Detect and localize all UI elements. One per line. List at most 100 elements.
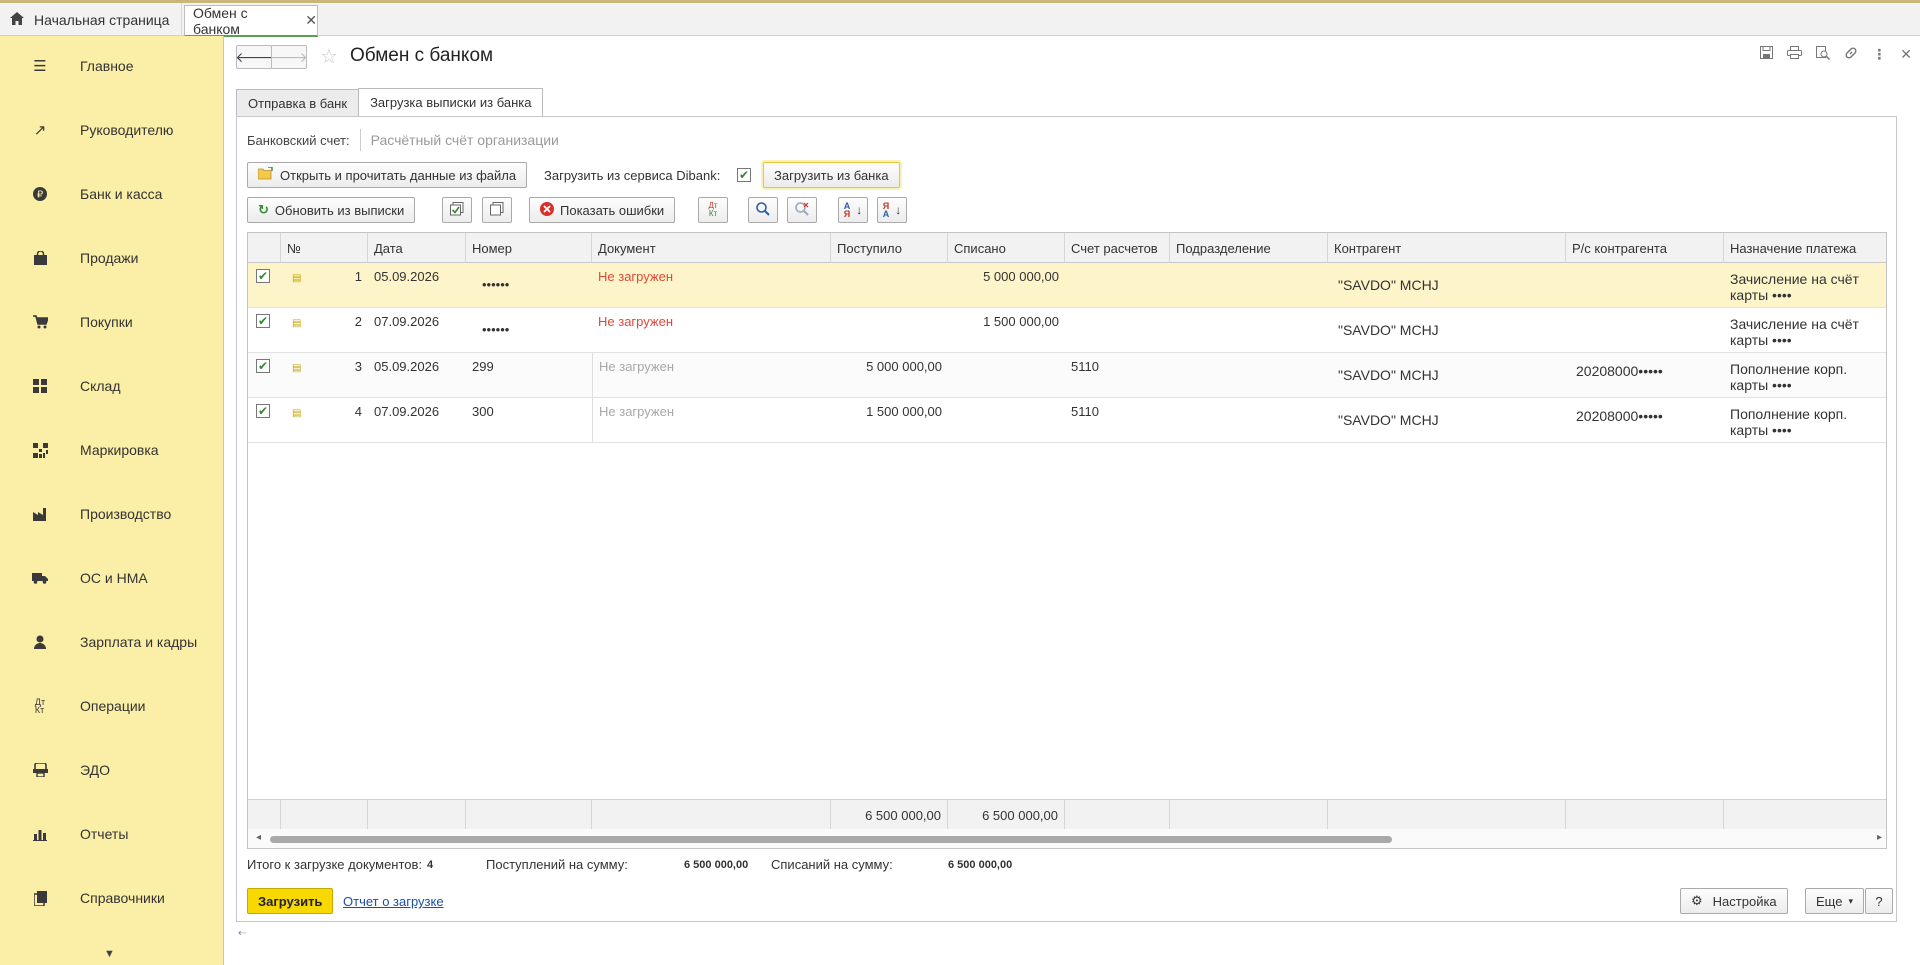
load-from-bank-button[interactable]: Загрузить из банка: [763, 162, 900, 188]
row-doc-number: 300: [472, 404, 494, 419]
more-vertical-icon[interactable]: ⋮: [1872, 46, 1886, 63]
load-report-link[interactable]: Отчет о загрузке: [343, 894, 444, 909]
table-row[interactable]: ✔ ▤ 2 07.09.2026 •••••• Не загружен 1 50…: [248, 308, 1886, 353]
window-toolbar: ⋮ ✕: [1760, 46, 1912, 63]
row-document[interactable]: Не загружен: [592, 353, 831, 398]
row-checkbox[interactable]: ✔: [256, 404, 270, 418]
error-icon: [540, 201, 554, 219]
sidebar-item-label: Зарплата и кадры: [80, 634, 198, 650]
tab-load-statement[interactable]: Загрузка выписки из банка: [358, 88, 544, 116]
sidebar-item-label: Руководителю: [80, 122, 174, 138]
close-form-icon[interactable]: ✕: [1900, 46, 1912, 63]
sort-desc-icon: ЯА: [882, 201, 890, 219]
table-row[interactable]: ✔ ▤ 1 05.09.2026 •••••• Не загружен 5 00…: [248, 263, 1886, 308]
header-contragent[interactable]: Контрагент: [1328, 233, 1566, 263]
dtkt-button[interactable]: Дт Кт: [698, 197, 728, 223]
home-tab[interactable]: Начальная страница: [0, 3, 182, 36]
header-received[interactable]: Поступило: [831, 233, 948, 263]
ruble-icon: ₽: [0, 187, 80, 201]
settings-button-label: Настройка: [1712, 893, 1777, 909]
header-purpose[interactable]: Назначение платежа: [1724, 233, 1886, 263]
sidebar-item-label: Продажи: [80, 250, 139, 266]
scrollbar-thumb[interactable]: [270, 836, 1392, 843]
sort-desc-button[interactable]: ЯА ↓: [877, 197, 907, 223]
totals-cell: [1566, 800, 1724, 830]
save-icon[interactable]: [1760, 46, 1774, 63]
settings-button[interactable]: ⚙ Настройка: [1680, 888, 1788, 914]
sidebar-item-sales[interactable]: Продажи: [0, 238, 224, 278]
show-errors-button[interactable]: Показать ошибки: [529, 197, 676, 223]
row-date: 07.09.2026: [374, 404, 440, 419]
sort-down-arrow-icon: ↓: [895, 203, 902, 217]
sidebar-scroll-down-icon[interactable]: ▼: [104, 948, 115, 960]
resize-handle-icon[interactable]: ⇠: [238, 928, 246, 939]
link-icon[interactable]: [1844, 46, 1858, 63]
sidebar-item-reports[interactable]: Отчеты: [0, 814, 224, 854]
table-row[interactable]: ✔ ▤ 4 07.09.2026 300 Не загружен 1 500 0…: [248, 398, 1886, 443]
bank-account-row: Банковский счет: Расчётный счёт организа…: [247, 129, 791, 151]
sidebar-item-main[interactable]: ☰ Главное: [0, 46, 224, 86]
sidebar-item-purchases[interactable]: Покупки: [0, 302, 224, 342]
scroll-right-icon[interactable]: ▸: [1877, 832, 1882, 843]
row-contragent-account: 20208000•••••: [1576, 363, 1663, 379]
load-button[interactable]: Загрузить: [247, 888, 334, 914]
sidebar-item-warehouse[interactable]: Склад: [0, 366, 224, 406]
open-file-button[interactable]: Открыть и прочитать данные из файла: [247, 162, 528, 188]
sidebar-item-assets[interactable]: ОС и НМА: [0, 558, 224, 598]
print-icon[interactable]: [1787, 46, 1803, 63]
header-contragent-account[interactable]: Р/с контрагента: [1566, 233, 1724, 263]
header-account[interactable]: Счет расчетов: [1065, 233, 1170, 263]
row-number: 3: [354, 359, 362, 374]
horizontal-scrollbar[interactable]: ◂ ▸: [248, 829, 1886, 848]
row-checkbox[interactable]: ✔: [256, 314, 270, 328]
row-checkbox[interactable]: ✔: [256, 269, 270, 283]
sidebar-item-salary[interactable]: Зарплата и кадры: [0, 622, 224, 662]
back-button[interactable]: 🡐: [235, 45, 273, 69]
favorite-star-icon[interactable]: ☆: [320, 44, 338, 69]
sidebar-item-marking[interactable]: Маркировка: [0, 430, 224, 470]
cancel-search-button[interactable]: [787, 197, 817, 223]
sort-asc-button[interactable]: АЯ ↓: [838, 197, 868, 223]
header-written-off[interactable]: Списано: [948, 233, 1065, 263]
find-button[interactable]: [748, 197, 778, 223]
sidebar-item-bank[interactable]: ₽ Банк и касса: [0, 174, 224, 214]
more-button[interactable]: Еще ▾: [1805, 888, 1864, 914]
check-all-button[interactable]: [442, 197, 472, 223]
totals-cell: [466, 800, 592, 830]
preview-icon[interactable]: [1816, 46, 1831, 63]
sidebar-item-production[interactable]: Производство: [0, 494, 224, 534]
sidebar-item-references[interactable]: Справочники: [0, 878, 224, 918]
header-check: [248, 233, 281, 263]
table-totals-row: 6 500 000,00 6 500 000,00: [248, 799, 1886, 830]
sidebar-item-edo[interactable]: ЭДО: [0, 750, 224, 790]
header-number[interactable]: №: [281, 233, 368, 263]
table-row[interactable]: ✔ ▤ 3 05.09.2026 299 Не загружен 5 000 0…: [248, 353, 1886, 398]
tab-send-to-bank[interactable]: Отправка в банк: [236, 89, 360, 116]
dibank-checkbox[interactable]: ✔: [737, 168, 751, 182]
sidebar-item-operations[interactable]: Дт Кт Операции: [0, 686, 224, 726]
top-tab-bar: Начальная страница Обмен с банком ✕: [0, 0, 1920, 37]
close-icon[interactable]: ✕: [305, 12, 317, 29]
row-department: [1170, 308, 1328, 353]
header-doc-number[interactable]: Номер: [466, 233, 592, 263]
row-document[interactable]: Не загружен: [592, 308, 831, 353]
row-received: [831, 308, 948, 353]
uncheck-all-button[interactable]: [482, 197, 512, 223]
docs-count-value: 4: [427, 859, 434, 871]
sidebar-item-manager[interactable]: ↗ Руководителю: [0, 110, 224, 150]
open-tab-bank-exchange[interactable]: Обмен с банком ✕: [184, 5, 318, 37]
header-document[interactable]: Документ: [592, 233, 831, 263]
row-document[interactable]: Не загружен: [592, 398, 831, 443]
header-date[interactable]: Дата: [368, 233, 466, 263]
refresh-from-statement-button[interactable]: ↻ Обновить из выписки: [247, 197, 416, 223]
bank-account-input[interactable]: Расчётный счёт организации: [371, 132, 791, 148]
row-document[interactable]: Не загружен: [592, 263, 831, 308]
qr-icon: [0, 442, 80, 458]
row-checkbox[interactable]: ✔: [256, 359, 270, 373]
header-department[interactable]: Подразделение: [1170, 233, 1328, 263]
help-button[interactable]: ?: [1865, 888, 1893, 914]
forward-button[interactable]: 🡒: [270, 45, 308, 69]
scroll-left-icon[interactable]: ◂: [256, 832, 261, 843]
sidebar-item-label: Отчеты: [80, 826, 129, 842]
sidebar-item-label: ОС и НМА: [80, 570, 148, 586]
